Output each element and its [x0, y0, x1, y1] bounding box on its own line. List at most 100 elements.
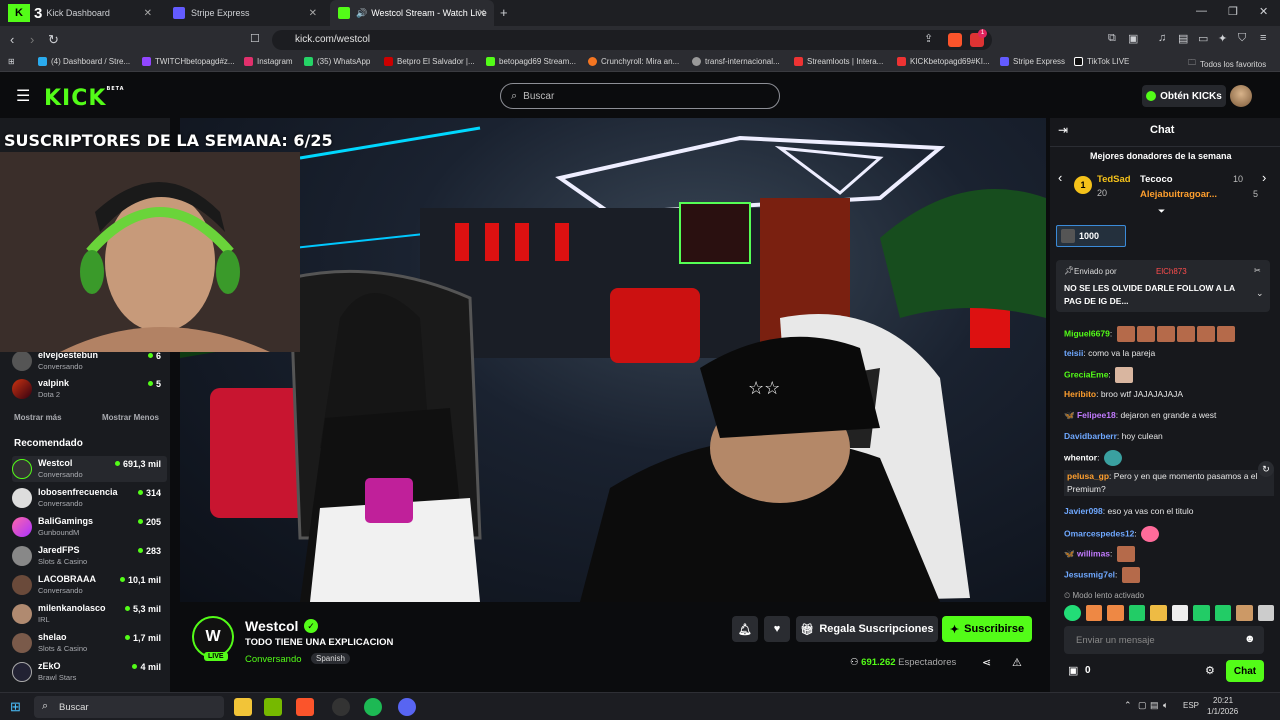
sidebar-channel[interactable]: shelao Slots & Casino 1,7 mil — [12, 630, 167, 656]
vpn-icon[interactable]: ⛉ — [1238, 32, 1246, 45]
chat-username[interactable]: Omarcespedes12 — [1064, 528, 1134, 538]
scroll-to-bottom-icon[interactable]: ↻ — [1258, 461, 1274, 477]
chat-username[interactable]: GreciaEme — [1064, 369, 1108, 379]
brave-shield-icon[interactable] — [948, 33, 962, 47]
send-chat-button[interactable]: Chat — [1226, 660, 1264, 682]
follow-heart-button[interactable]: ♥ — [764, 616, 790, 642]
tab-westcol-stream[interactable]: 🔊 Westcol Stream - Watch Live ✕ — [330, 0, 494, 26]
emote[interactable] — [1128, 605, 1145, 621]
report-icon[interactable]: ⚠ — [1012, 656, 1022, 669]
sidebar-channel[interactable]: lobosenfrecuencia Conversando 314 — [12, 485, 167, 511]
chat-username[interactable]: Felipee18 — [1077, 410, 1116, 420]
bookmark-item[interactable]: transf-internacional... — [692, 57, 780, 66]
chat-username[interactable]: Javier098 — [1064, 506, 1103, 516]
discord-icon[interactable] — [398, 698, 416, 716]
chevron-right-icon[interactable]: › — [1262, 170, 1266, 185]
menu-icon[interactable]: ≡ — [1260, 32, 1266, 44]
filter-icon[interactable]: ⏷ — [1158, 206, 1165, 217]
back-icon[interactable]: ‹ — [10, 32, 14, 47]
emote[interactable] — [1257, 605, 1274, 621]
extensions-icon[interactable]: ⧉ — [1108, 32, 1116, 45]
collapse-chat-icon[interactable]: ⇥ — [1058, 123, 1068, 137]
file-explorer-icon[interactable] — [234, 698, 252, 716]
bookmark-item[interactable]: Instagram — [244, 57, 293, 66]
sidebar-channel[interactable]: Westcol Conversando 691,3 mil — [12, 456, 167, 482]
chevron-down-icon[interactable]: ⌄ — [1256, 288, 1264, 299]
all-favorites[interactable]: 🗀 Todos los favoritos — [1188, 57, 1266, 71]
chat-username[interactable]: Davidbarberr — [1064, 431, 1117, 441]
bookmark-page-icon[interactable]: ☐ — [250, 32, 260, 45]
show-less-link[interactable]: Mostrar Menos — [102, 413, 159, 422]
emote[interactable] — [1107, 605, 1124, 621]
channel-name[interactable]: Westcol — [245, 618, 298, 634]
close-window-icon[interactable]: ✕ — [1259, 5, 1268, 18]
network-icon[interactable]: ▤ — [1150, 700, 1159, 711]
chevron-left-icon[interactable]: ‹ — [1058, 170, 1062, 185]
video-player[interactable]: ☆☆ — [180, 118, 1046, 602]
subscribe-button[interactable]: ✦ Suscribirse — [942, 616, 1032, 642]
close-icon[interactable]: ✕ — [309, 8, 317, 19]
taskbar-search[interactable]: ⌕ Buscar — [34, 696, 224, 718]
chat-username[interactable]: Miguel6679 — [1064, 328, 1110, 338]
leo-ai-icon[interactable]: ✦ — [1218, 32, 1227, 45]
share-icon[interactable]: ⋖ — [982, 656, 991, 669]
sidebar-channel[interactable]: BaliGamings GunboundM 205 — [12, 514, 167, 540]
bookmark-item[interactable]: TikTok LIVE — [1074, 57, 1129, 66]
music-icon[interactable]: ♫ — [1158, 32, 1166, 44]
wallet-icon[interactable]: ▭ — [1198, 32, 1208, 45]
chat-username[interactable]: Jesusmig7el — [1064, 569, 1115, 579]
emote[interactable] — [1236, 605, 1253, 621]
language-tag[interactable]: Spanish — [311, 653, 350, 664]
bookmark-item[interactable]: TWITCHbetopagd#z... — [142, 57, 235, 66]
minimize-icon[interactable]: — — [1196, 5, 1207, 17]
sidebar-toggle-icon[interactable]: ▤ — [1178, 32, 1188, 45]
input-language[interactable]: ESP — [1183, 701, 1199, 710]
maximize-icon[interactable]: ❐ — [1228, 5, 1238, 18]
windows-start-icon[interactable]: ⊞ — [10, 699, 21, 715]
reload-icon[interactable]: ↻ — [48, 32, 59, 48]
nvidia-icon[interactable] — [264, 698, 282, 716]
emote[interactable] — [1171, 605, 1188, 621]
clock-time[interactable]: 20:21 — [1213, 696, 1233, 705]
bookmark-item[interactable]: Stripe Express — [1000, 57, 1065, 66]
screenshot-icon[interactable]: ▣ — [1128, 32, 1138, 45]
bookmark-item[interactable]: (4) Dashboard / Stre... — [38, 57, 130, 66]
share-icon[interactable]: ⇪ — [924, 32, 933, 45]
sidebar-channel[interactable]: valpink Dota 2 5 — [12, 376, 167, 402]
volume-icon[interactable]: 🔈︎ — [1163, 700, 1168, 711]
hamburger-menu-icon[interactable]: ☰ — [16, 86, 30, 106]
forward-icon[interactable]: › — [30, 32, 34, 47]
chat-username[interactable]: Heribito — [1064, 389, 1096, 399]
bookmark-item[interactable]: KICKbetopagd69#KI... — [897, 57, 990, 66]
sidebar-channel[interactable]: zEkO Brawl Stars 4 mil — [12, 659, 167, 685]
notification-bell-button[interactable]: 🔔︎ — [732, 616, 758, 642]
emote[interactable] — [1150, 605, 1167, 621]
emote[interactable] — [1085, 605, 1102, 621]
chat-username[interactable]: pelusa_gp — [1067, 471, 1109, 481]
bookmark-item[interactable]: (35) WhatsApp — [304, 57, 370, 66]
tray-app-icon[interactable]: ▢ — [1138, 700, 1147, 711]
new-tab-button[interactable]: + — [500, 5, 508, 20]
close-icon[interactable]: ✕ — [144, 8, 152, 19]
chat-input[interactable]: Enviar un mensaje ☻ — [1064, 626, 1264, 654]
stream-category-link[interactable]: Conversando — [245, 654, 302, 665]
search-input[interactable]: ⌕ Buscar — [500, 83, 780, 109]
bookmark-item[interactable]: Crunchyroll: Mira an... — [588, 57, 679, 66]
tab-stripe-express[interactable]: Stripe Express ✕ — [165, 0, 325, 26]
chat-username[interactable]: teisii — [1064, 348, 1083, 358]
tray-chevron-icon[interactable]: ⌃ — [1124, 700, 1132, 711]
sidebar-channel[interactable]: LACOBRAAA Conversando 10,1 mil — [12, 572, 167, 598]
obs-icon[interactable] — [332, 698, 350, 716]
apps-icon[interactable]: ⊞ — [8, 57, 15, 66]
bookmark-item[interactable]: betopagd69 Stream... — [486, 57, 576, 66]
emote[interactable] — [1193, 605, 1210, 621]
gift-subs-button[interactable]: 🎁︎ Regala Suscripciones — [796, 616, 938, 642]
user-avatar[interactable] — [1230, 85, 1252, 107]
chat-username[interactable]: whentor — [1064, 452, 1097, 462]
emote[interactable] — [1214, 605, 1231, 621]
emoji-icon[interactable]: ☻ — [1244, 633, 1256, 645]
get-kicks-button[interactable]: Obtén KICKs — [1142, 85, 1226, 107]
bookmark-item[interactable]: Streamloots | Intera... — [794, 57, 883, 66]
clock-date[interactable]: 1/1/2026 — [1207, 707, 1238, 716]
address-bar[interactable] — [272, 30, 992, 50]
